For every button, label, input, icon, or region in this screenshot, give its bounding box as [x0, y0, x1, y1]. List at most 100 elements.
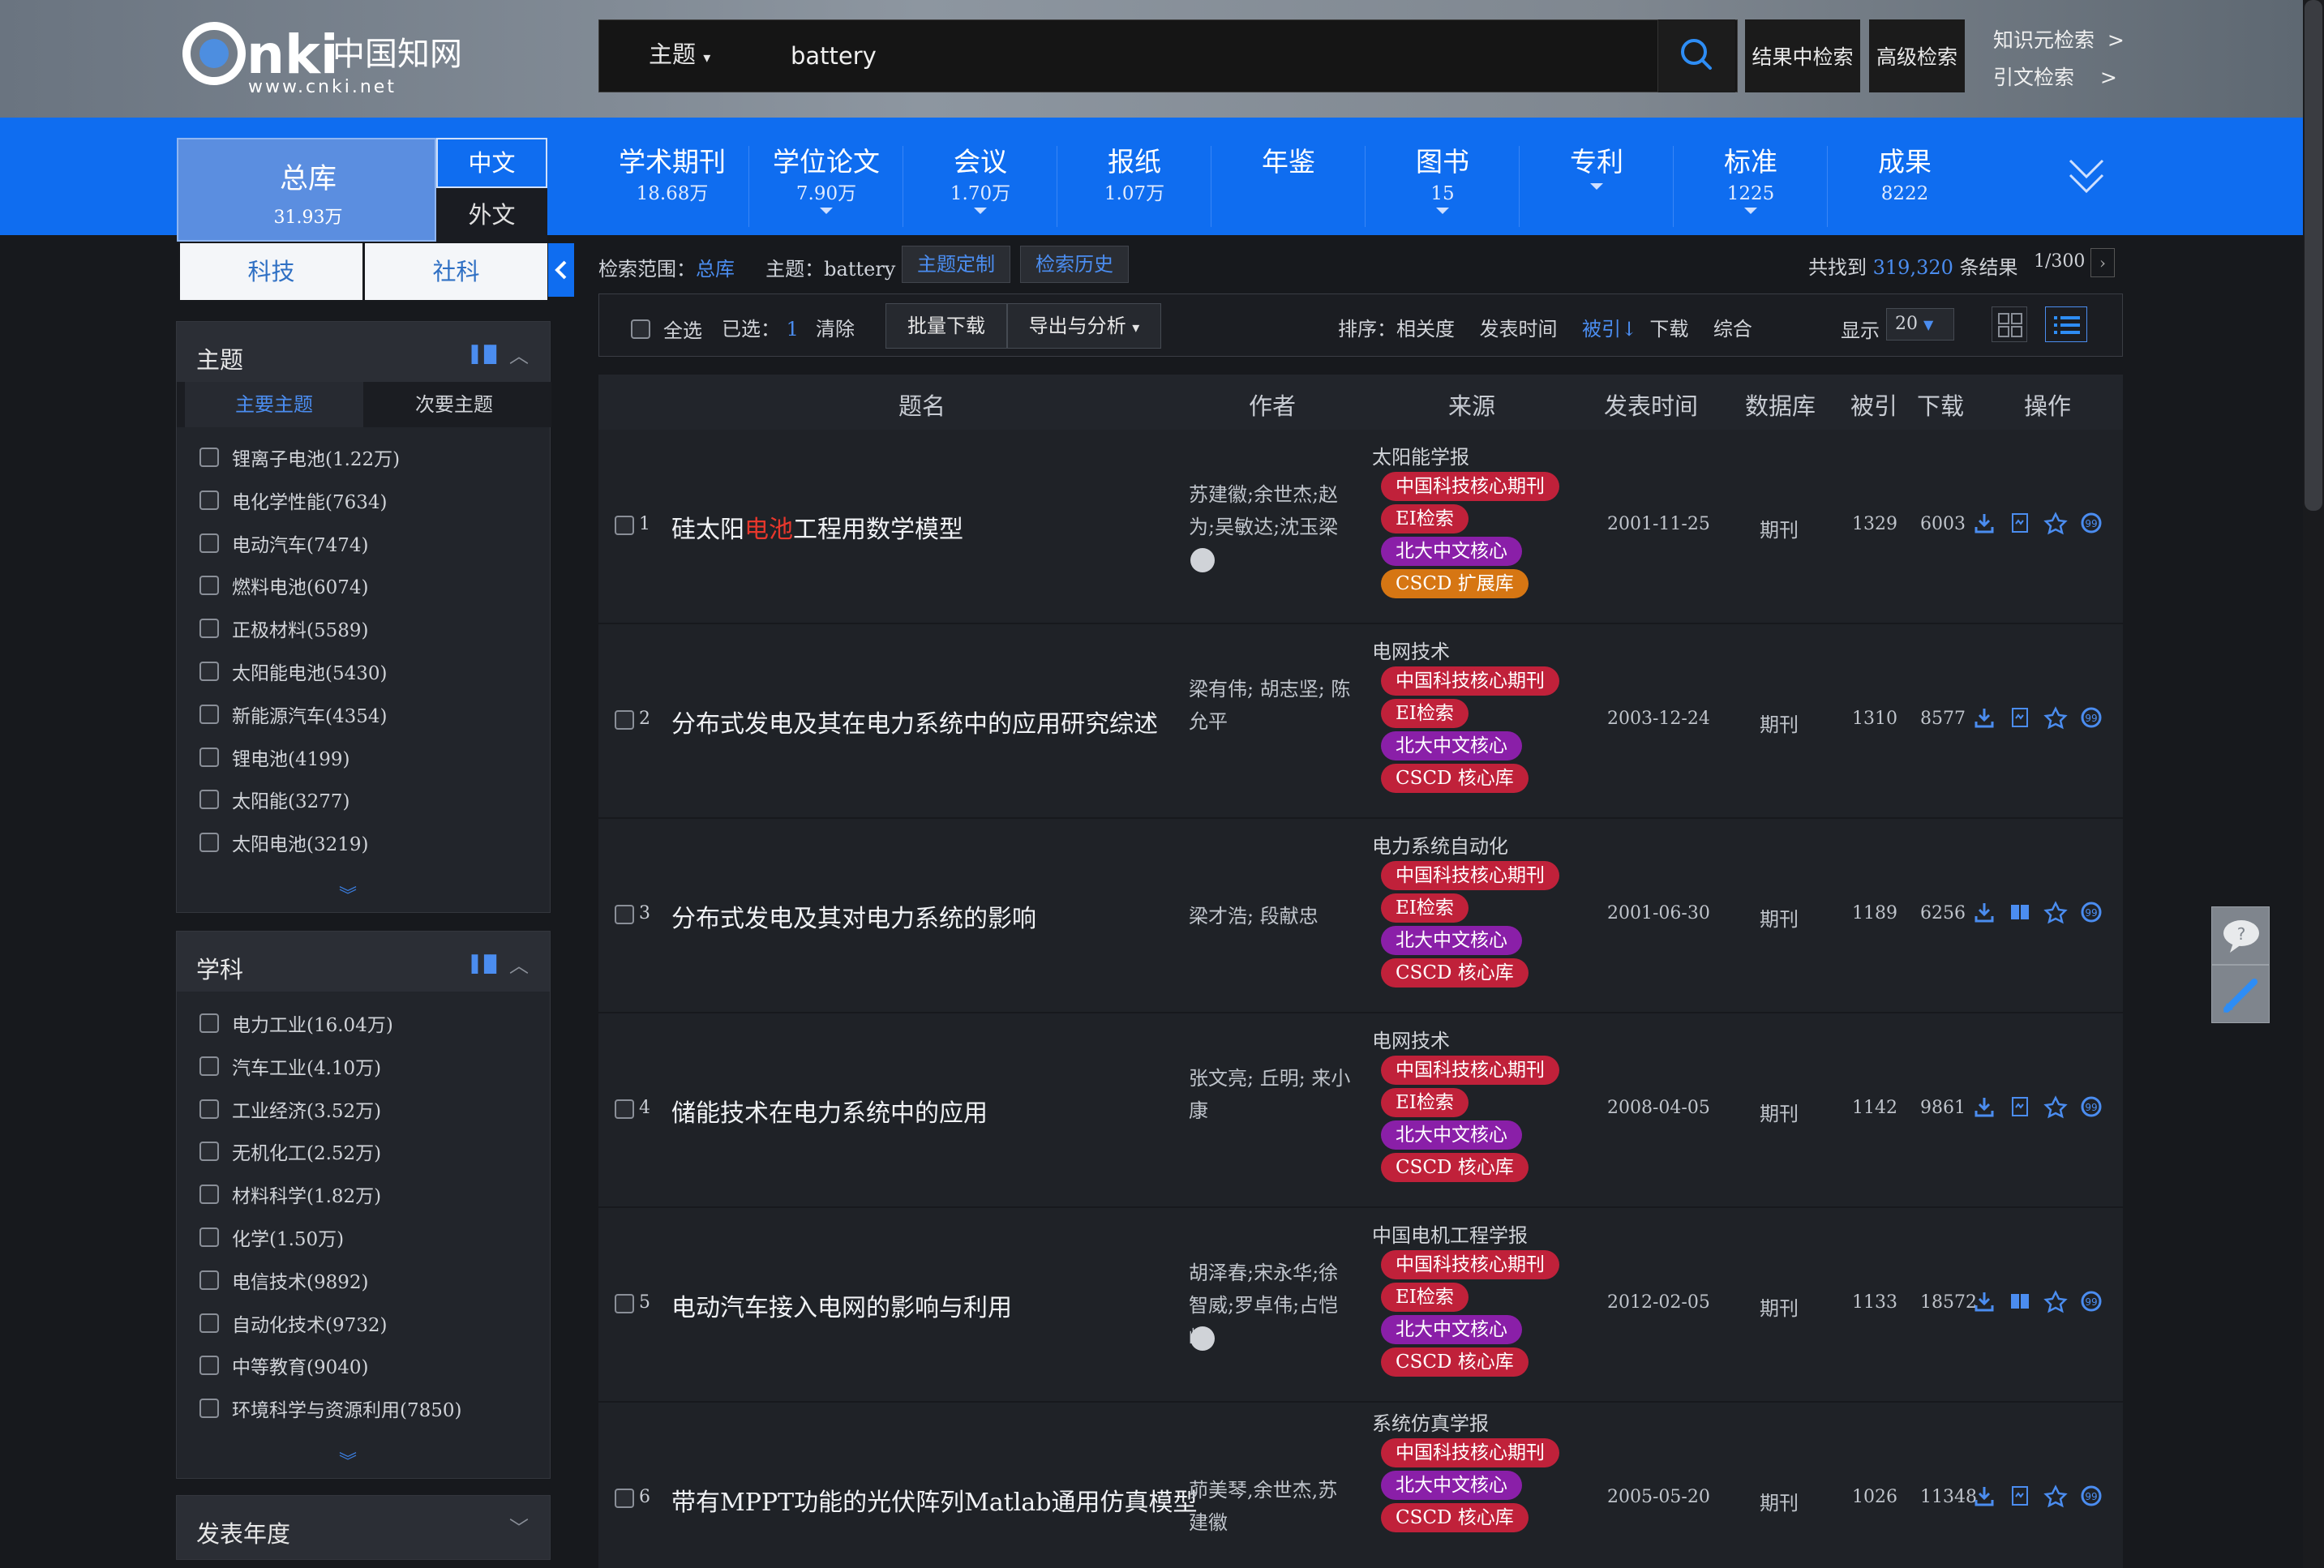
favorite-icon[interactable] — [2043, 900, 2068, 924]
chart-icon[interactable]: ▐▐▌ — [465, 954, 503, 974]
grid-view-button[interactable] — [1992, 306, 2027, 342]
col-date[interactable]: 发表时间 — [1604, 388, 1698, 422]
filter-checkbox[interactable] — [199, 1185, 219, 1205]
favorite-icon[interactable] — [2043, 1095, 2068, 1119]
row-checkbox[interactable] — [615, 516, 634, 535]
note-button[interactable] — [2211, 965, 2270, 1023]
filter-item[interactable]: 锂电池(4199) — [199, 743, 349, 771]
filter-checkbox[interactable] — [199, 662, 219, 681]
filter-item[interactable]: 太阳能(3277) — [199, 786, 349, 813]
author-list[interactable]: 梁才浩; 段献忠 — [1189, 900, 1351, 932]
html-read-icon[interactable] — [2008, 705, 2032, 730]
search-history-button[interactable]: 检索历史 — [1020, 246, 1129, 283]
list-view-button[interactable] — [2045, 306, 2087, 342]
paper-title-link[interactable]: 电动汽车接入电网的影响与利用 — [671, 1287, 1012, 1323]
chevron-up-icon[interactable]: ︿ — [509, 340, 529, 368]
year-filter-panel[interactable]: 发表年度 ﹀ — [176, 1495, 551, 1560]
cited-count[interactable]: 1329 — [1852, 514, 1897, 534]
tab-sub-topic[interactable]: 次要主题 — [365, 382, 543, 427]
row-checkbox[interactable] — [615, 1294, 634, 1313]
author-list[interactable]: 茆美琴,余世杰,苏建徽 — [1189, 1474, 1351, 1539]
sort-relevance[interactable]: 相关度 — [1396, 318, 1455, 341]
filter-item[interactable]: 太阳电池(3219) — [199, 829, 368, 856]
advanced-search-button[interactable]: 高级检索 — [1869, 19, 1965, 92]
row-checkbox[interactable] — [615, 1489, 634, 1508]
cite-icon[interactable]: 99 — [2079, 1095, 2103, 1119]
favorite-icon[interactable] — [2043, 1484, 2068, 1508]
batch-download-button[interactable]: 批量下载 — [885, 303, 1007, 349]
filter-item[interactable]: 无机化工(2.52万) — [199, 1137, 381, 1165]
filter-checkbox[interactable] — [199, 490, 219, 510]
tab-db-2[interactable]: 会议 1.70万 — [903, 143, 1057, 232]
expand-nav-icon[interactable] — [2066, 154, 2107, 203]
download-icon[interactable] — [1972, 1484, 1996, 1508]
paper-title-link[interactable]: 储能技术在电力系统中的应用 — [671, 1093, 988, 1129]
filter-checkbox[interactable] — [199, 1399, 219, 1419]
filter-checkbox[interactable] — [199, 1356, 219, 1376]
caret-down-icon[interactable] — [1436, 208, 1449, 214]
filter-item[interactable]: 材料科学(1.82万) — [199, 1180, 381, 1208]
knowledge-search-link[interactable]: 知识元检索 > — [1993, 24, 2125, 54]
filter-item[interactable]: 太阳能电池(5430) — [199, 658, 387, 685]
tab-db-8[interactable]: 成果 8222 — [1828, 143, 1982, 232]
download-icon[interactable] — [1972, 511, 1996, 535]
filter-checkbox[interactable] — [199, 1313, 219, 1333]
tab-main-topic[interactable]: 主要主题 — [185, 382, 363, 427]
filter-item[interactable]: 工业经济(3.52万) — [199, 1095, 381, 1123]
tab-db-3[interactable]: 报纸 1.07万 — [1057, 143, 1211, 232]
citation-search-link[interactable]: 引文检索 > — [1993, 62, 2117, 91]
favorite-icon[interactable] — [2043, 511, 2068, 535]
author-list[interactable]: 苏建徽;余世杰;赵为;吴敏达;沈玉梁 — [1189, 478, 1351, 543]
row-checkbox[interactable] — [615, 1099, 634, 1119]
expand-more-icon[interactable]: ︾ — [339, 881, 357, 907]
filter-item[interactable]: 电信技术(9892) — [199, 1266, 368, 1294]
search-button[interactable] — [1657, 19, 1735, 92]
filter-checkbox[interactable] — [199, 1099, 219, 1119]
download-icon[interactable] — [1972, 705, 1996, 730]
filter-checkbox[interactable] — [199, 576, 219, 596]
chart-icon[interactable]: ▐▐▌ — [465, 345, 503, 364]
filter-item[interactable]: 电动汽车(7474) — [199, 529, 368, 557]
paper-title-link[interactable]: 硅太阳电池工程用数学模型 — [671, 509, 963, 545]
tab-all-database[interactable]: 总库 31.93万 — [177, 138, 436, 242]
subject-panel-header[interactable]: 学科 ▐▐▌ ︿ — [177, 932, 550, 992]
cited-count[interactable]: 1310 — [1852, 709, 1897, 729]
row-checkbox[interactable] — [615, 905, 634, 924]
tab-soc[interactable]: 社科 — [365, 243, 547, 300]
filter-checkbox[interactable] — [199, 1056, 219, 1076]
author-list[interactable]: 张文亮; 丘明; 来小康 — [1189, 1062, 1351, 1127]
html-read-icon[interactable] — [2008, 1095, 2032, 1119]
scrollbar-thumb[interactable] — [2305, 0, 2322, 511]
export-analysis-button[interactable]: 导出与分析 ▾ — [1007, 303, 1161, 349]
filter-checkbox[interactable] — [199, 1270, 219, 1290]
feedback-button[interactable]: ? — [2211, 906, 2270, 965]
topic-panel-header[interactable]: 主题 ▐▐▌ ︿ — [177, 322, 550, 382]
journal-name[interactable]: 电力系统自动化 — [1372, 830, 1508, 859]
journal-name[interactable]: 系统仿真学报 — [1372, 1407, 1489, 1436]
more-authors-icon[interactable] — [1190, 1326, 1215, 1351]
sort-overall[interactable]: 综合 — [1713, 318, 1752, 341]
scope-link[interactable]: 总库 — [696, 258, 735, 281]
tab-db-1[interactable]: 学位论文 7.90万 — [749, 143, 903, 232]
book-icon[interactable] — [2008, 1289, 2032, 1313]
filter-item[interactable]: 中等教育(9040) — [199, 1352, 368, 1379]
cited-count[interactable]: 1142 — [1852, 1098, 1897, 1118]
filter-checkbox[interactable] — [199, 533, 219, 553]
cited-count[interactable]: 1133 — [1852, 1292, 1897, 1313]
journal-name[interactable]: 太阳能学报 — [1372, 441, 1469, 469]
filter-checkbox[interactable] — [199, 1142, 219, 1162]
caret-down-icon[interactable] — [1744, 208, 1757, 214]
paper-title-link[interactable]: 分布式发电及其在电力系统中的应用研究综述 — [671, 704, 1158, 739]
caret-down-icon[interactable] — [1590, 183, 1603, 190]
filter-item[interactable]: 锂离子电池(1.22万) — [199, 443, 400, 471]
filter-checkbox[interactable] — [199, 747, 219, 767]
author-list[interactable]: 梁有伟; 胡志坚; 陈允平 — [1189, 673, 1351, 738]
filter-item[interactable]: 电化学性能(7634) — [199, 486, 387, 514]
col-download[interactable]: 下载 — [1917, 388, 1964, 422]
download-icon[interactable] — [1972, 900, 1996, 924]
next-page-button[interactable]: › — [2090, 248, 2115, 277]
paper-title-link[interactable]: 带有MPPT功能的光伏阵列Matlab通用仿真模型 — [671, 1482, 1197, 1518]
tab-db-0[interactable]: 学术期刊 18.68万 — [595, 143, 749, 232]
search-within-button[interactable]: 结果中检索 — [1745, 19, 1860, 92]
cited-count[interactable]: 1189 — [1852, 903, 1897, 923]
